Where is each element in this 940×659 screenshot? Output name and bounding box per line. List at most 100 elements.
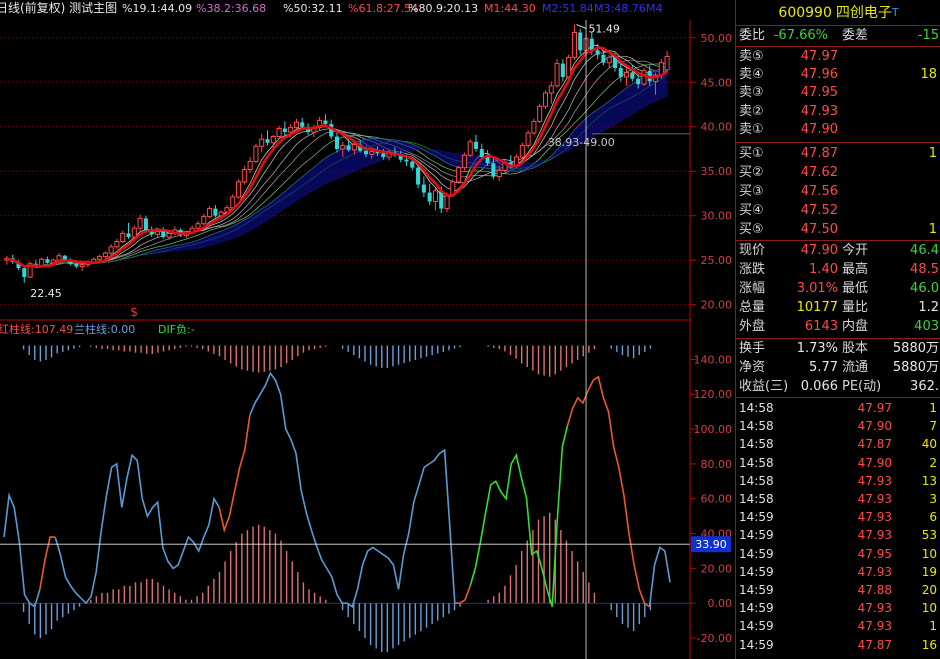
tick-volume: 19: [921, 564, 937, 579]
bid-row: 买② 47.62: [736, 164, 940, 182]
price-tick-label: 20.00: [701, 299, 733, 312]
indicator-header-item: 兰柱线:0.00: [74, 322, 135, 336]
tick-row: 14:58 47.87 40: [736, 435, 940, 453]
separator: [736, 142, 940, 143]
price-tick-label: 35.00: [701, 165, 733, 178]
indicator-tick-label: 80.00: [701, 458, 733, 471]
candle-body: [404, 159, 409, 162]
stat-value: 47.90: [800, 243, 838, 258]
candle-body: [97, 256, 103, 260]
stat-value: 1.2: [918, 300, 939, 315]
stat-value: 46.0: [910, 281, 939, 296]
charts-area[interactable]: 20.00 25.00 30.00 35.00 40.00 45.00 50.00 51.4…: [0, 0, 735, 659]
tick-price: 47.88: [857, 583, 892, 597]
tick-price: 47.93: [857, 564, 892, 579]
price-tick-label: 40.00: [701, 121, 733, 134]
tick-price: 47.90: [857, 455, 892, 470]
candle-body: [346, 145, 351, 150]
stat-label: 总量: [739, 300, 766, 315]
finance-label: 股本: [842, 341, 869, 356]
tick-time: 14:59: [739, 583, 774, 597]
header-item: M4: [646, 2, 663, 15]
candle-body: [624, 71, 630, 78]
indicator-line-segment: [469, 425, 569, 607]
ask-label: 卖②: [739, 103, 764, 119]
price-tick-label: 30.00: [701, 210, 733, 223]
candle-body: [207, 208, 213, 218]
tick-price: 47.93: [857, 473, 892, 488]
bid-price: 47.62: [800, 165, 838, 180]
candle-body: [473, 141, 479, 149]
candle-body: [601, 54, 606, 63]
tick-volume: 53: [921, 528, 937, 543]
finance-value: 362.: [910, 379, 939, 394]
tick-price: 47.95: [857, 546, 892, 561]
candle-body: [126, 233, 131, 238]
candle-body: [560, 63, 565, 77]
tick-price: 47.93: [857, 601, 892, 616]
stat-value: 3.01%: [796, 281, 838, 296]
stat-label: 今开: [842, 243, 869, 258]
tick-row: 14:59 47.87 16: [736, 636, 940, 654]
stat-row: 涨跌 1.40 最高 48.5: [736, 261, 940, 279]
candle-body: [548, 85, 554, 94]
stock-name: 四创电子: [835, 5, 892, 21]
indicator-axis: -20.000.0020.0040.0060.0080.00100.00120.…: [0, 353, 732, 645]
candle-body: [236, 181, 242, 198]
tick-row: 14:59 47.93 10: [736, 599, 940, 617]
tick-price: 47.93: [857, 492, 892, 506]
candle-body: [416, 167, 421, 185]
ask-label: 卖④: [739, 67, 764, 83]
tick-time: 14:58: [739, 492, 774, 506]
candle-body: [323, 120, 328, 125]
tick-time: 14:59: [739, 601, 774, 616]
candle-body: [56, 255, 62, 261]
candle-body: [571, 31, 577, 58]
candle-body: [143, 218, 148, 231]
ask-row: 卖④ 47.96 18: [736, 66, 940, 84]
price-tick-label: 45.00: [701, 76, 733, 89]
candle-body: [351, 144, 357, 151]
wei-cha-value: -15: [917, 28, 939, 43]
finance-value: 0.066: [800, 379, 838, 394]
tick-volume: 2: [929, 455, 937, 470]
tick-time: 14:58: [739, 401, 774, 415]
candle-body: [612, 57, 618, 69]
candle-body: [120, 232, 126, 242]
stat-label: 外盘: [739, 319, 766, 334]
tick-time: 14:58: [739, 419, 774, 434]
candle-body: [195, 223, 201, 229]
indicator-line-segment: [566, 375, 650, 608]
candle-body: [595, 50, 600, 55]
candle-body: [74, 263, 79, 267]
tick-volume: 7: [929, 419, 937, 434]
stock-name-suffix: T: [891, 6, 899, 19]
bid-label: 买①: [739, 146, 764, 161]
stat-row: 外盘 6143 内盘 403: [736, 318, 940, 336]
ask-row: 卖③ 47.95: [736, 84, 940, 102]
tick-time: 14:59: [739, 528, 774, 543]
tick-time: 14:59: [739, 510, 774, 525]
ask-label: 卖⑤: [739, 49, 764, 64]
indicator-line-segment: [648, 546, 671, 607]
indicator-tick-label: 0.00: [708, 597, 733, 610]
tick-row: 14:58 47.97 1: [736, 399, 940, 417]
stat-label: 最高: [842, 262, 869, 277]
bid-price: 47.56: [800, 184, 838, 199]
header-item: %80.9:20.13: [408, 2, 478, 15]
stock-header: 600990 四创电子T: [736, 3, 940, 23]
indicator-header-item: 红柱线:107.49: [0, 322, 73, 336]
stat-label: 涨幅: [739, 281, 766, 296]
bid-volume: 1: [928, 146, 937, 161]
tick-row: 14:59 47.93 53: [736, 526, 940, 544]
tick-volume: 1: [929, 619, 937, 634]
wei-bi-row: 委比 -67.66% 委差 -15: [736, 27, 940, 45]
tick-price: 47.93: [857, 528, 892, 543]
finance-row: 换手 1.73% 股本 5880万: [736, 340, 940, 358]
candle-body: [213, 208, 218, 216]
tick-price: 47.90: [857, 419, 892, 434]
tick-time: 14:59: [739, 564, 774, 579]
indicator-line-segment: [54, 453, 220, 605]
tick-volume: 10: [921, 601, 937, 616]
candle-body: [265, 139, 270, 143]
